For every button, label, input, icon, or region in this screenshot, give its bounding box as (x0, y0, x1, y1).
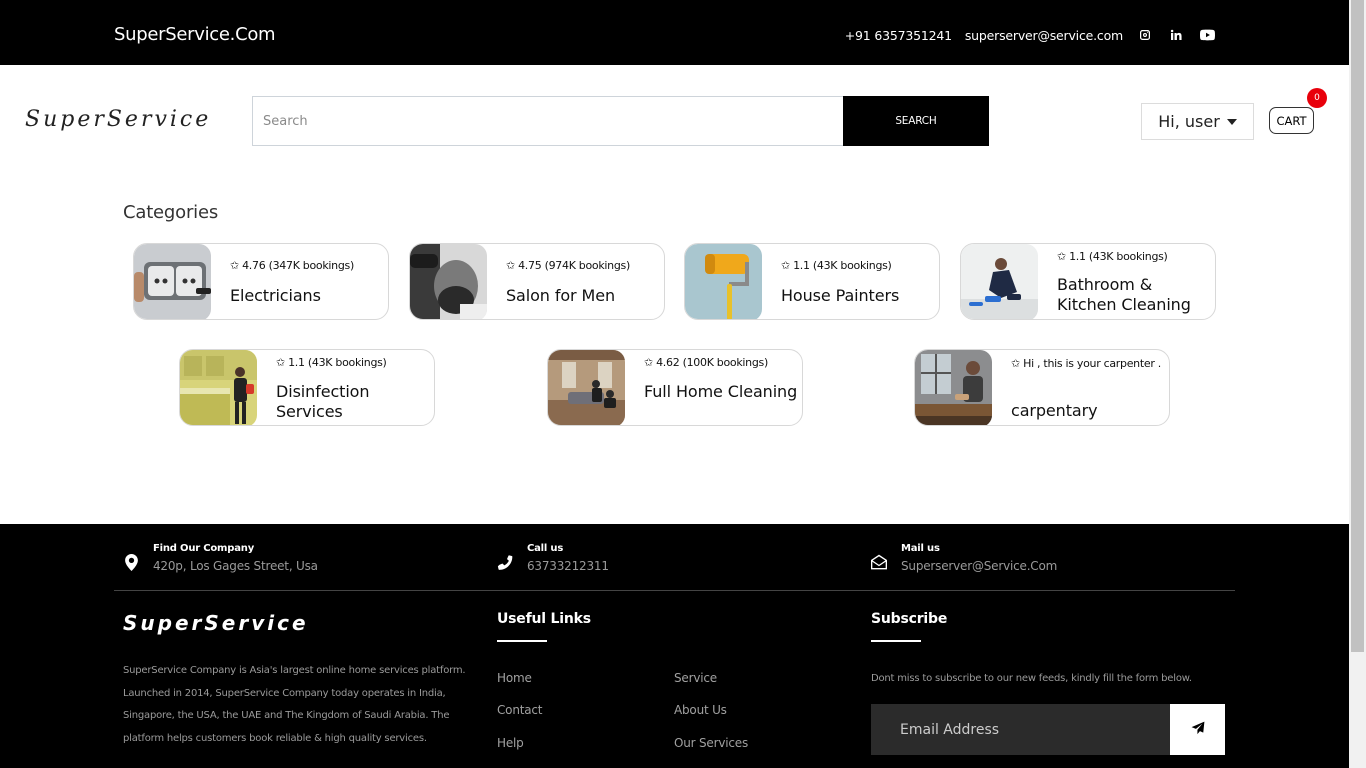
caret-down-icon (1226, 118, 1237, 125)
subscribe-underline (871, 640, 921, 642)
category-card-house-painters[interactable]: ✩ 1.1 (43K bookings) House Painters (684, 243, 940, 320)
site-logo[interactable]: SuperService (25, 107, 211, 132)
category-rating: ✩ 4.76 (347K bookings) (230, 259, 354, 272)
salon-image (410, 244, 487, 319)
category-card-disinfection-services[interactable]: ✩ 1.1 (43K bookings) Disinfection Servic… (179, 349, 435, 426)
top-contact: +91 6357351241 superserver@service.com (845, 27, 1216, 43)
category-card-full-home-cleaning[interactable]: ✩ 4.62 (100K bookings) Full Home Cleanin… (547, 349, 803, 426)
category-name: Disinfection Services (276, 382, 370, 421)
user-menu-label: Hi, user (1158, 112, 1220, 131)
instagram-icon[interactable] (1136, 27, 1154, 43)
categories-title: Categories (123, 202, 219, 223)
footer-link-help[interactable]: Help (497, 736, 524, 750)
footer-mail-value[interactable]: Superserver@Service.Com (901, 559, 1057, 573)
map-pin-icon (123, 550, 139, 574)
subscribe-text: Dont miss to subscribe to our new feeds,… (871, 673, 1192, 684)
subscribe-email-input[interactable]: Email Address (871, 704, 1170, 755)
category-rating: ✩ 4.62 (100K bookings) (644, 356, 768, 369)
category-rating: ✩ 4.75 (974K bookings) (506, 259, 630, 272)
top-brand-link[interactable]: SuperService.Com (114, 24, 276, 45)
category-name: carpentary (1011, 401, 1098, 420)
cleaning-image (961, 244, 1038, 319)
footer-link-service[interactable]: Service (674, 671, 717, 685)
top-phone[interactable]: +91 6357351241 (845, 28, 952, 43)
category-rating: ✩ 1.1 (43K bookings) (1057, 250, 1168, 263)
footer-call: Call us 63733212311 (497, 543, 609, 574)
category-name: Full Home Cleaning (644, 382, 798, 401)
subscribe-heading: Subscribe (871, 611, 948, 627)
footer: Find Our Company 420p, Los Gages Street,… (0, 524, 1349, 768)
house-painters-image (685, 244, 762, 319)
footer-address-label: Find Our Company (153, 543, 255, 554)
useful-links-underline (497, 640, 547, 642)
search-button[interactable]: SEARCH (843, 96, 989, 146)
useful-links-heading: Useful Links (497, 611, 591, 627)
page: SuperService.Com +91 6357351241 superser… (0, 0, 1349, 768)
phone-icon (497, 550, 513, 574)
category-card-carpentary[interactable]: ✩ Hi , this is your carpenter . carpenta… (914, 349, 1170, 426)
paper-plane-icon (1191, 720, 1205, 739)
top-email[interactable]: superserver@service.com (965, 28, 1123, 43)
category-name: Electricians (230, 286, 321, 305)
scrollbar-thumb[interactable] (1351, 0, 1364, 652)
footer-link-home[interactable]: Home (497, 671, 532, 685)
category-name: Bathroom & Kitchen Cleaning (1057, 275, 1191, 314)
page-scrollbar[interactable] (1349, 0, 1366, 768)
subscribe-send-button[interactable] (1170, 704, 1225, 755)
footer-call-label: Call us (527, 543, 564, 554)
footer-link-contact[interactable]: Contact (497, 703, 542, 717)
top-bar: SuperService.Com +91 6357351241 superser… (0, 0, 1349, 65)
footer-address-value: 420p, Los Gages Street, Usa (153, 559, 318, 573)
category-card-bathroom-kitchen-cleaning[interactable]: ✩ 1.1 (43K bookings) Bathroom & Kitchen … (960, 243, 1216, 320)
footer-link-our-services[interactable]: Our Services (674, 736, 748, 750)
carpenter-image (915, 350, 992, 425)
category-name: House Painters (781, 286, 900, 305)
disinfection-image (180, 350, 257, 425)
electricians-image (134, 244, 211, 319)
user-menu-button[interactable]: Hi, user (1141, 103, 1254, 140)
category-rating: ✩ 1.1 (43K bookings) (276, 356, 387, 369)
footer-call-value[interactable]: 63733212311 (527, 559, 609, 573)
footer-link-about-us[interactable]: About Us (674, 703, 727, 717)
cart-count-badge: 0 (1307, 88, 1327, 108)
mail-open-icon (871, 550, 887, 574)
youtube-icon[interactable] (1198, 27, 1216, 43)
footer-divider (114, 590, 1235, 591)
category-rating: ✩ 1.1 (43K bookings) (781, 259, 892, 272)
footer-mail: Mail us Superserver@Service.Com (871, 543, 1057, 574)
full-home-cleaning-image (548, 350, 625, 425)
footer-address: Find Our Company 420p, Los Gages Street,… (123, 543, 318, 574)
footer-about-text: SuperService Company is Asia's largest o… (123, 665, 466, 744)
linkedin-icon[interactable] (1167, 27, 1185, 43)
footer-mail-label: Mail us (901, 543, 940, 554)
cart-button[interactable]: CART (1269, 107, 1314, 134)
category-rating: ✩ Hi , this is your carpenter . (1011, 357, 1161, 370)
footer-logo[interactable]: SuperService (123, 611, 309, 635)
category-name: Salon for Men (506, 286, 615, 305)
category-card-salon-for-men[interactable]: ✩ 4.75 (974K bookings) Salon for Men (409, 243, 665, 320)
search-input[interactable] (252, 96, 843, 146)
search-bar: SEARCH (252, 96, 989, 146)
category-card-electricians[interactable]: ✩ 4.76 (347K bookings) Electricians (133, 243, 389, 320)
